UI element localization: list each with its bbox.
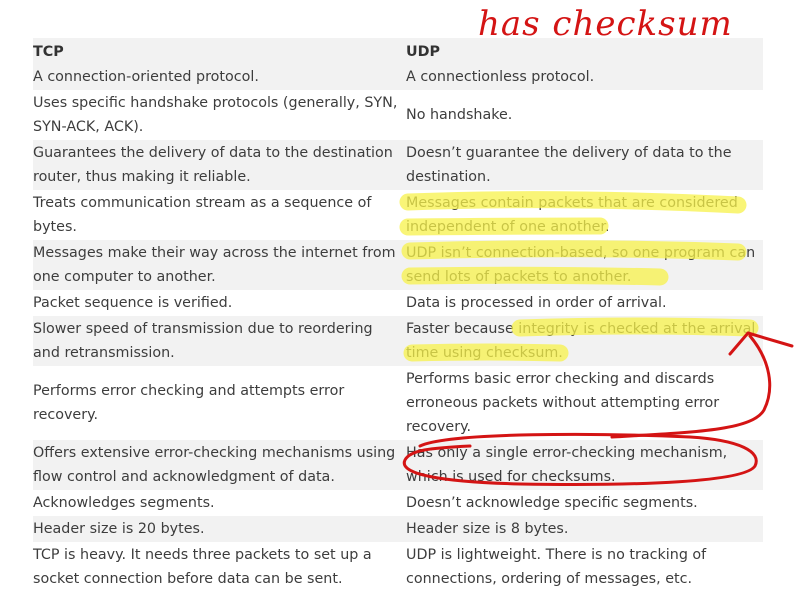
handwritten-note: has checksum <box>478 4 733 44</box>
table-row: Performs error checking and attempts err… <box>33 366 763 440</box>
table-row: Slower speed of transmission due to reor… <box>33 316 763 366</box>
table-row: Guarantees the delivery of data to the d… <box>33 140 763 190</box>
udp-cell: Doesn’t acknowledge specific segments. <box>406 495 698 511</box>
udp-cell: UDP isn’t connection-based, so one progr… <box>406 245 756 285</box>
table-row: Acknowledges segments. Doesn’t acknowled… <box>33 490 763 516</box>
comparison-table: TCP UDP A connection-oriented protocol. … <box>33 38 763 592</box>
udp-cell: Performs basic error checking and discar… <box>406 371 720 435</box>
table-row: Packet sequence is verified. Data is pro… <box>33 290 763 316</box>
table-row: Offers extensive error-checking mechanis… <box>33 440 763 490</box>
tcp-cell: TCP is heavy. It needs three packets to … <box>33 547 372 587</box>
table-row: Treats communication stream as a sequenc… <box>33 190 763 240</box>
tcp-cell: Acknowledges segments. <box>33 495 215 511</box>
udp-cell: Header size is 8 bytes. <box>406 521 569 537</box>
table-row: TCP is heavy. It needs three packets to … <box>33 542 763 592</box>
udp-cell: Doesn’t guarantee the delivery of data t… <box>406 145 732 185</box>
tcp-cell: Offers extensive error-checking mechanis… <box>33 445 396 485</box>
udp-cell: Faster because integrity is checked at t… <box>406 321 756 361</box>
tcp-cell: Slower speed of transmission due to reor… <box>33 321 373 361</box>
udp-cell: No handshake. <box>406 107 513 123</box>
tcp-cell: Messages make their way across the inter… <box>33 245 396 285</box>
udp-cell: A connectionless protocol. <box>406 69 595 85</box>
udp-cell: Messages contain packets that are consid… <box>406 195 738 235</box>
tcp-cell: Uses specific handshake protocols (gener… <box>33 95 398 135</box>
table-row: A connection-oriented protocol. A connec… <box>33 64 763 90</box>
table-row: Uses specific handshake protocols (gener… <box>33 90 763 140</box>
table-row: Header size is 20 bytes. Header size is … <box>33 516 763 542</box>
tcp-cell: Treats communication stream as a sequenc… <box>33 195 372 235</box>
header-tcp: TCP <box>33 44 64 60</box>
udp-cell: Data is processed in order of arrival. <box>406 295 667 311</box>
udp-cell: Has only a single error-checking mechani… <box>406 445 728 485</box>
table-row: Messages make their way across the inter… <box>33 240 763 290</box>
udp-cell: UDP is lightweight. There is no tracking… <box>406 547 707 587</box>
tcp-cell: Header size is 20 bytes. <box>33 521 205 537</box>
tcp-cell: A connection-oriented protocol. <box>33 69 259 85</box>
tcp-cell: Packet sequence is verified. <box>33 295 233 311</box>
tcp-cell: Guarantees the delivery of data to the d… <box>33 145 393 185</box>
tcp-cell: Performs error checking and attempts err… <box>33 383 345 423</box>
